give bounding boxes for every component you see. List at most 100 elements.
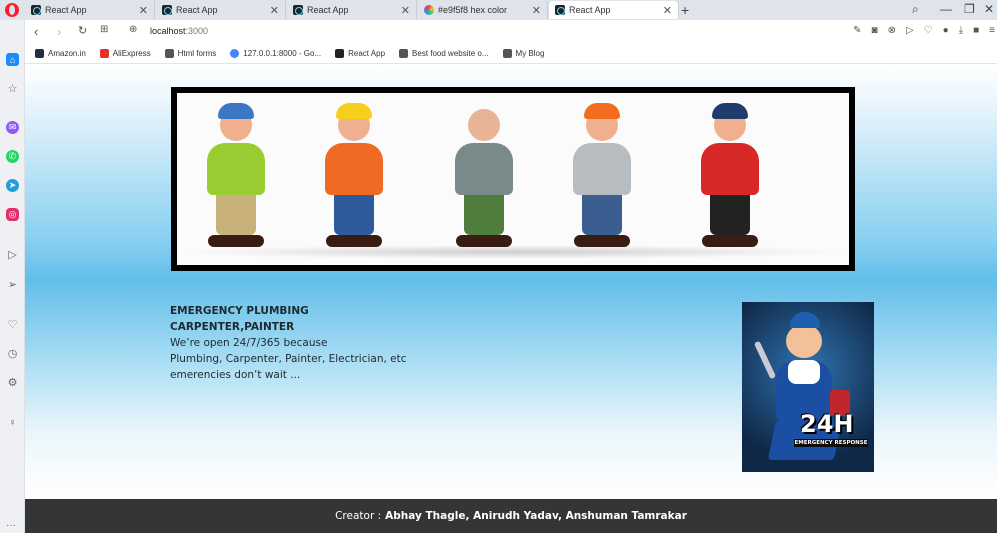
more-icon[interactable]: ···: [6, 520, 16, 531]
globe-icon: ⊕: [129, 24, 138, 35]
body-line-3: emerencies don’t wait ...: [170, 369, 301, 381]
home-icon[interactable]: ⌂: [6, 53, 19, 66]
minimize-icon[interactable]: —: [940, 2, 952, 16]
react-icon: [162, 5, 172, 15]
bookmark-label: 127.0.0.1:8000 - Go...: [243, 49, 322, 58]
bookmark-label: My Blog: [515, 49, 545, 58]
badge-subtitle: EMERGENCY RESPONSE: [794, 439, 868, 447]
service-info: EMERGENCY PLUMBING CARPENTER,PAINTER We’…: [170, 303, 470, 383]
tab-title: React App: [176, 5, 218, 15]
tab-title: React App: [307, 5, 349, 15]
worker-figure: [573, 103, 631, 247]
edit-icon[interactable]: ✎: [853, 25, 861, 36]
react-icon: [31, 5, 41, 15]
close-window-icon[interactable]: ✕: [984, 2, 994, 16]
amazon-icon: [35, 49, 44, 58]
new-tab-icon[interactable]: +: [681, 2, 689, 18]
tab-4[interactable]: #e9f5f8 hex color ✕: [418, 1, 548, 19]
toolbar-icons: ✎ ◙ ⊗ ▷ ♡ ● ⤓ ■ ≡: [853, 25, 995, 36]
reload-icon[interactable]: ↻: [78, 24, 87, 37]
heart-icon[interactable]: ♡: [6, 318, 19, 331]
forward-icon[interactable]: ›: [57, 24, 61, 39]
tab-2[interactable]: React App ✕: [156, 1, 286, 19]
video-icon[interactable]: ■: [973, 25, 979, 36]
instagram-icon[interactable]: ◎: [6, 208, 19, 221]
url-port: :3000: [185, 26, 209, 36]
google-icon: [230, 49, 240, 58]
aliexpress-icon: [99, 49, 109, 58]
worker-figure: [701, 103, 759, 247]
headline-line-2: CARPENTER,PAINTER: [170, 321, 295, 333]
tab-3[interactable]: React App ✕: [287, 1, 417, 19]
settings-icon[interactable]: ⚙: [6, 376, 19, 389]
tab-strip: React App ✕ React App ✕ React App ✕ #e9f…: [0, 0, 997, 20]
camera-icon[interactable]: ◙: [872, 25, 878, 36]
messenger-icon[interactable]: ✉: [6, 121, 19, 134]
telegram-icon[interactable]: ➤: [6, 179, 19, 192]
body-line-1: We’re open 24/7/365 because: [170, 337, 328, 349]
footer-creators: Abhay Thagle, Anirudh Yadav, Anshuman Ta…: [385, 510, 687, 522]
badge-24h: 24H: [800, 410, 854, 438]
bookmark-aliexpress[interactable]: AliExpress: [99, 49, 151, 58]
opera-sidebar: ⌂ ☆ ✉ ✆ ➤ ◎ ▷ ➢ ♡ ◷ ⚙ ♀ ···: [0, 20, 25, 533]
history-icon[interactable]: ◷: [6, 347, 19, 360]
page-icon: [502, 49, 512, 58]
favorite-icon[interactable]: ♡: [924, 25, 933, 36]
account-icon[interactable]: ●: [943, 25, 949, 36]
tab-title: React App: [45, 5, 87, 15]
bookmark-react-app[interactable]: React App: [335, 49, 385, 58]
bookmark-label: Best food website o...: [412, 49, 489, 58]
worker-figure: [325, 103, 383, 247]
page-icon: [399, 49, 409, 58]
whatsapp-icon[interactable]: ✆: [6, 150, 19, 163]
url-field[interactable]: localhost:3000: [150, 26, 208, 36]
bookmark-label: Amazon.in: [48, 49, 86, 58]
bookmark-food-website[interactable]: Best food website o...: [399, 49, 489, 58]
workers-banner-image: [171, 87, 855, 271]
tab-title: React App: [569, 5, 611, 15]
wrench-icon: [753, 340, 777, 380]
bookmark-label: Html forms: [177, 49, 217, 58]
site-footer: Creator : Abhay Thagle, Anirudh Yadav, A…: [25, 499, 997, 533]
close-tab-icon[interactable]: ✕: [139, 4, 148, 17]
player-icon[interactable]: ▷: [6, 248, 19, 261]
share-icon[interactable]: ▷: [906, 25, 914, 36]
bookmarks-bar: Amazon.in AliExpress Html forms 127.0.0.…: [25, 44, 997, 64]
tab-title: #e9f5f8 hex color: [438, 5, 508, 15]
workers-illustration: [177, 93, 849, 265]
menu-icon[interactable]: ≡: [989, 25, 995, 36]
tips-icon[interactable]: ♀: [6, 416, 19, 429]
search-tabs-icon[interactable]: ⌕: [912, 2, 919, 17]
bookmark-label: React App: [348, 49, 386, 58]
close-tab-icon[interactable]: ✕: [401, 4, 410, 17]
bookmark-my-blog[interactable]: My Blog: [502, 49, 545, 58]
back-icon[interactable]: ‹: [34, 24, 38, 39]
footer-prefix: Creator :: [335, 510, 382, 522]
headline-line-1: EMERGENCY PLUMBING: [170, 305, 309, 317]
page-content: EMERGENCY PLUMBING CARPENTER,PAINTER We’…: [25, 65, 997, 533]
speed-dial-icon[interactable]: ☆: [6, 82, 19, 95]
emergency-plumber-image: 24H EMERGENCY RESPONSE: [742, 302, 874, 472]
tab-1[interactable]: React App ✕: [25, 1, 155, 19]
bookmark-label: AliExpress: [112, 49, 151, 58]
page-icon: [164, 49, 174, 58]
close-tab-icon[interactable]: ✕: [663, 4, 672, 17]
send-icon[interactable]: ➢: [6, 278, 19, 291]
tab-5-active[interactable]: React App ✕: [549, 1, 679, 19]
react-icon: [555, 5, 565, 15]
download-icon[interactable]: ⤓: [959, 25, 963, 36]
close-tab-icon[interactable]: ✕: [532, 4, 541, 17]
address-bar: ‹ › ↻ ⊞ ⊕ localhost:3000 ✎ ◙ ⊗ ▷ ♡ ● ⤓ ■…: [25, 20, 997, 44]
color-wheel-icon: [424, 5, 434, 15]
block-icon[interactable]: ⊗: [888, 25, 896, 36]
react-icon: [335, 49, 345, 58]
close-tab-icon[interactable]: ✕: [270, 4, 279, 17]
bookmark-html-forms[interactable]: Html forms: [164, 49, 217, 58]
opera-menu-icon[interactable]: [5, 3, 19, 17]
ground-shadow: [177, 245, 849, 259]
restore-icon[interactable]: ❐: [964, 2, 975, 16]
bookmark-amazon[interactable]: Amazon.in: [35, 49, 86, 58]
bookmark-localhost[interactable]: 127.0.0.1:8000 - Go...: [230, 49, 321, 58]
worker-figure: [455, 109, 513, 247]
tabs-grid-icon[interactable]: ⊞: [100, 24, 108, 35]
